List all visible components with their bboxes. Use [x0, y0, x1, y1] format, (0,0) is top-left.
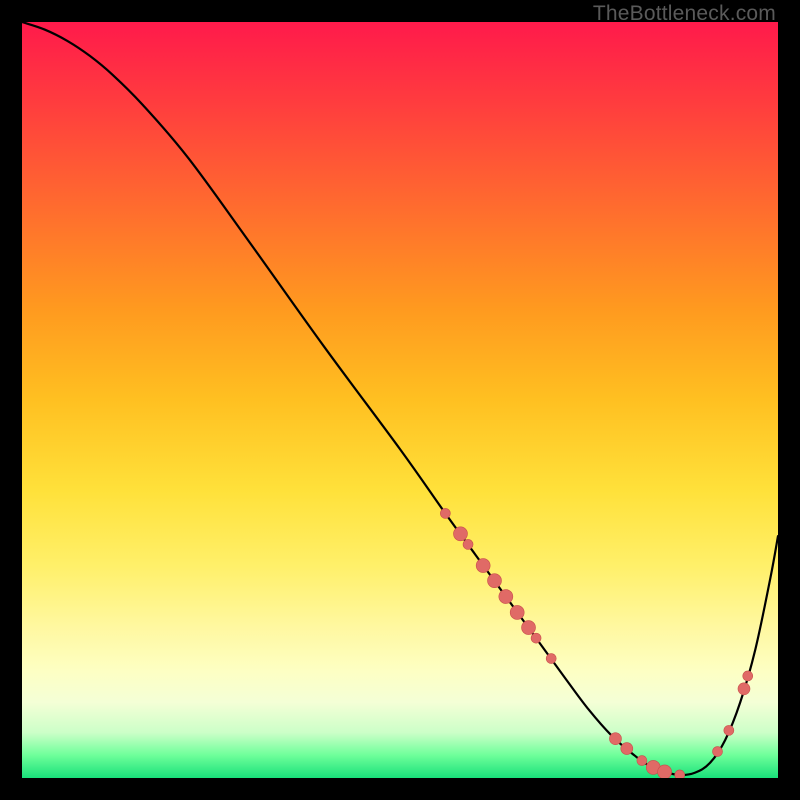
plot-area — [22, 22, 778, 778]
marker-dot — [453, 527, 467, 541]
marker-dot — [621, 743, 633, 755]
highlighted-markers — [440, 508, 752, 778]
marker-dot — [531, 633, 541, 643]
marker-dot — [522, 621, 536, 635]
marker-dot — [488, 574, 502, 588]
marker-dot — [463, 539, 473, 549]
marker-dot — [713, 747, 723, 757]
marker-dot — [510, 605, 524, 619]
marker-dot — [738, 683, 750, 695]
chart-stage: TheBottleneck.com — [0, 0, 800, 800]
marker-dot — [609, 733, 621, 745]
marker-dot — [546, 654, 556, 664]
marker-dot — [637, 756, 647, 766]
marker-dot — [743, 671, 753, 681]
marker-dot — [440, 508, 450, 518]
marker-dot — [476, 559, 490, 573]
marker-dot — [499, 590, 513, 604]
chart-svg — [22, 22, 778, 778]
marker-dot — [675, 770, 685, 778]
marker-dot — [724, 725, 734, 735]
bottleneck-curve — [22, 22, 778, 775]
marker-dot — [658, 765, 672, 778]
